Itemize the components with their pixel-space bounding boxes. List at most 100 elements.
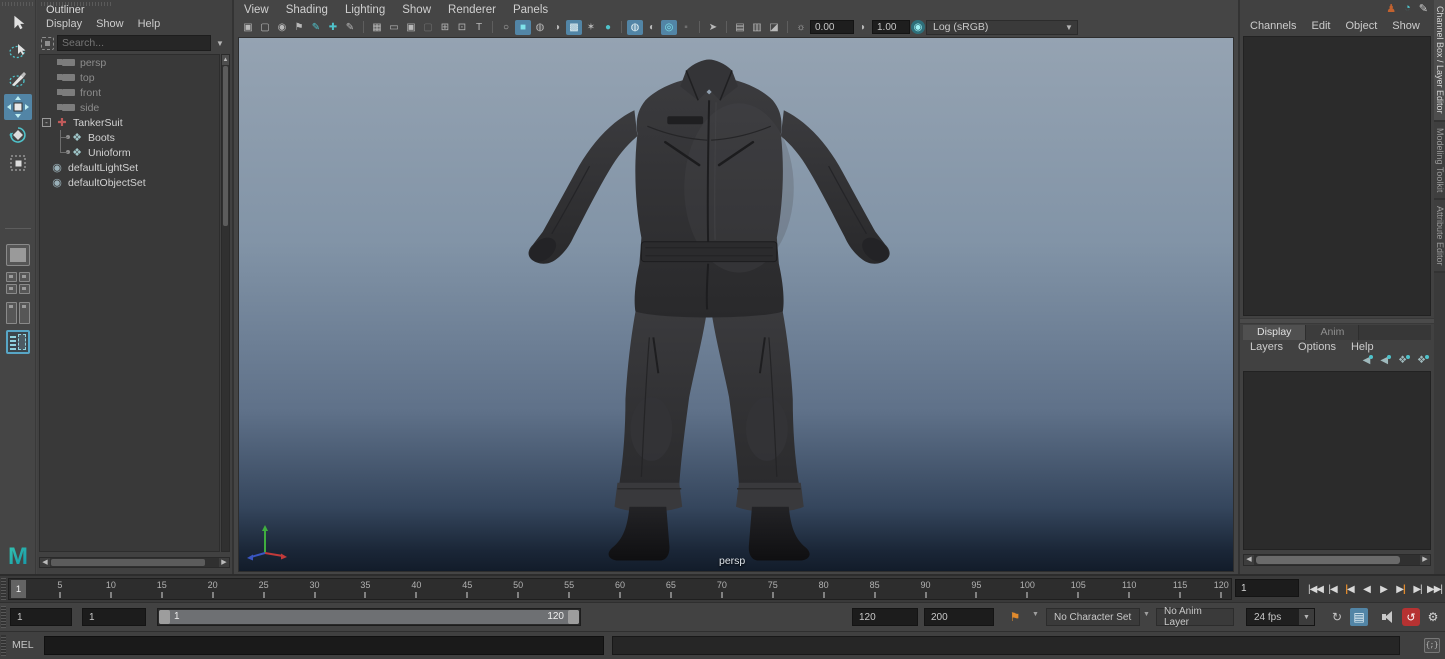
gamma-field[interactable] bbox=[872, 20, 910, 34]
view-transform-dropdown[interactable]: Log (sRGB)▼ bbox=[926, 20, 1078, 35]
shadows-icon[interactable]: ● bbox=[600, 20, 616, 35]
animation-end-field[interactable] bbox=[924, 608, 994, 626]
select-camera-icon[interactable]: ▣ bbox=[240, 20, 256, 35]
grease-pencil-icon[interactable]: ✎ bbox=[342, 20, 358, 35]
exposure-field[interactable] bbox=[810, 20, 854, 34]
paint-select-tool-button[interactable] bbox=[4, 66, 32, 92]
step-back-frame-button[interactable]: |◀ bbox=[1324, 579, 1341, 599]
go-to-start-button[interactable]: |◀◀ bbox=[1307, 579, 1324, 599]
lock-camera-icon[interactable]: ▢ bbox=[257, 20, 273, 35]
channel-box-menu-object[interactable]: Object bbox=[1345, 20, 1377, 32]
rotate-tool-button[interactable] bbox=[4, 122, 32, 148]
step-forward-key-button[interactable]: ▶| bbox=[1392, 579, 1409, 599]
tab-anim[interactable]: Anim bbox=[1306, 325, 1359, 340]
command-result-field[interactable] bbox=[612, 636, 1400, 655]
four-pane-layout-button-4[interactable] bbox=[19, 284, 30, 294]
outliner-item-front[interactable]: front bbox=[40, 85, 219, 100]
gamma-icon[interactable]: ◗ bbox=[855, 20, 871, 35]
outliner-horizontal-scrollbar[interactable]: ◀ ▶ bbox=[39, 557, 230, 568]
create-empty-layer-icon[interactable]: ❖ bbox=[1398, 355, 1407, 366]
channel-box-menu-edit[interactable]: Edit bbox=[1311, 20, 1330, 32]
timeline-grip[interactable] bbox=[1, 578, 6, 600]
current-time-field[interactable] bbox=[1235, 579, 1299, 597]
wireframe-icon[interactable]: ○ bbox=[498, 20, 514, 35]
image-export-icon[interactable]: ◪ bbox=[766, 20, 782, 35]
play-forwards-button[interactable]: ▶ bbox=[1375, 579, 1392, 599]
outliner-menu-help[interactable]: Help bbox=[138, 18, 161, 30]
command-line-grip[interactable] bbox=[1, 635, 6, 656]
outliner-menu-show[interactable]: Show bbox=[96, 18, 124, 30]
outliner-item-side[interactable]: side bbox=[40, 100, 219, 115]
range-slider[interactable]: 1 120 bbox=[157, 608, 581, 626]
tanker-suit-model[interactable] bbox=[239, 38, 1235, 571]
resolution-gate-icon[interactable]: ▣ bbox=[403, 20, 419, 35]
layer-editor-menu-help[interactable]: Help bbox=[1351, 341, 1374, 353]
isolate-select-icon[interactable]: ➤ bbox=[705, 20, 721, 35]
two-d-pan-zoom-icon[interactable]: ✚ bbox=[325, 20, 341, 35]
viewport-menu-lighting[interactable]: Lighting bbox=[345, 4, 385, 16]
image-plane-icon[interactable]: ✎ bbox=[308, 20, 324, 35]
character-set-dropdown[interactable]: No Character Set bbox=[1046, 608, 1140, 626]
channel-box-menu-channels[interactable]: Channels bbox=[1250, 20, 1296, 32]
layer-horizontal-scrollbar[interactable]: ◀ ▶ bbox=[1243, 554, 1431, 566]
playback-loop-icon[interactable]: ↻ bbox=[1328, 608, 1346, 626]
scrollbar-thumb[interactable] bbox=[223, 66, 228, 226]
range-grip[interactable] bbox=[1, 606, 6, 628]
expand-toggle-icon[interactable]: - bbox=[42, 118, 51, 127]
animation-preferences-icon[interactable]: ⚙ bbox=[1424, 608, 1442, 626]
grid-icon[interactable]: ▦ bbox=[369, 20, 385, 35]
shaded-icon[interactable]: ■ bbox=[515, 20, 531, 35]
outliner-item-persp[interactable]: persp bbox=[40, 55, 219, 70]
multi-copy-icon[interactable]: ▥ bbox=[749, 20, 765, 35]
time-slider[interactable]: 1 51015202530354045505560657075808590951… bbox=[8, 578, 1232, 600]
scrollbar-thumb[interactable] bbox=[51, 559, 205, 566]
viewport-menu-shading[interactable]: Shading bbox=[286, 4, 328, 16]
mute-icon[interactable] bbox=[1380, 608, 1398, 626]
layer-list[interactable] bbox=[1243, 371, 1431, 550]
viewport-menu-view[interactable]: View bbox=[244, 4, 269, 16]
graph-manip-icon[interactable]: ✎ bbox=[1419, 2, 1428, 15]
range-end-handle[interactable] bbox=[568, 610, 579, 624]
character-set-dropdown-icon[interactable]: ▼ bbox=[1032, 611, 1039, 618]
camera-attributes-icon[interactable]: ◉ bbox=[274, 20, 290, 35]
four-pane-layout-button-1[interactable] bbox=[6, 272, 17, 282]
current-frame-marker[interactable]: 1 bbox=[11, 580, 26, 598]
lighting-icon[interactable]: ✶ bbox=[583, 20, 599, 35]
film-gate-icon[interactable]: ▭ bbox=[386, 20, 402, 35]
wireframe-on-shaded-icon[interactable]: ◍ bbox=[532, 20, 548, 35]
time-snap-icon[interactable]: ▤ bbox=[1350, 608, 1368, 626]
command-language-toggle[interactable]: MEL bbox=[12, 639, 34, 651]
anim-layer-dropdown-icon[interactable]: ▼ bbox=[1143, 611, 1150, 618]
tab-display[interactable]: Display bbox=[1243, 325, 1306, 340]
command-input[interactable] bbox=[44, 636, 604, 655]
scroll-right-icon[interactable]: ▶ bbox=[219, 558, 229, 567]
layer-editor-menu-options[interactable]: Options bbox=[1298, 341, 1336, 353]
playback-end-field[interactable] bbox=[852, 608, 918, 626]
side-tab-attribute[interactable]: Attribute Editor bbox=[1434, 200, 1445, 274]
scroll-right-icon[interactable]: ▶ bbox=[1420, 555, 1430, 565]
four-pane-layout-button-3[interactable] bbox=[6, 284, 17, 294]
viewport-menu-renderer[interactable]: Renderer bbox=[448, 4, 496, 16]
color-management-icon[interactable]: ◉ bbox=[911, 20, 925, 34]
two-pane-layout-button-2[interactable] bbox=[19, 302, 30, 324]
gate-mask-icon[interactable]: ▢ bbox=[420, 20, 436, 35]
scroll-up-icon[interactable]: ▲ bbox=[222, 55, 229, 65]
outliner-persp-layout-button[interactable] bbox=[6, 330, 30, 354]
step-back-key-button[interactable]: |◀ bbox=[1341, 579, 1358, 599]
snapshot-icon[interactable]: ▤ bbox=[732, 20, 748, 35]
textured-icon[interactable]: ◑ bbox=[549, 20, 565, 35]
layer-visibility-icon[interactable]: ◀ bbox=[1363, 355, 1371, 366]
speed-manip-icon[interactable]: ♟ bbox=[1386, 2, 1396, 15]
layer-editor-menu-layers[interactable]: Layers bbox=[1250, 341, 1283, 353]
outliner-item-top[interactable]: top bbox=[40, 70, 219, 85]
outliner-search-input[interactable] bbox=[57, 35, 211, 51]
viewport-canvas[interactable]: persp bbox=[238, 37, 1234, 572]
move-tool-button[interactable] bbox=[4, 94, 32, 120]
anim-layer-dropdown[interactable]: No Anim Layer bbox=[1156, 608, 1234, 626]
single-pane-layout-button[interactable] bbox=[6, 244, 30, 266]
filter-icon[interactable] bbox=[41, 37, 54, 50]
panel-grip[interactable] bbox=[2, 2, 34, 6]
select-tool-button[interactable] bbox=[4, 10, 32, 36]
scale-tool-button[interactable] bbox=[4, 150, 32, 176]
channel-box-list[interactable] bbox=[1243, 36, 1431, 316]
